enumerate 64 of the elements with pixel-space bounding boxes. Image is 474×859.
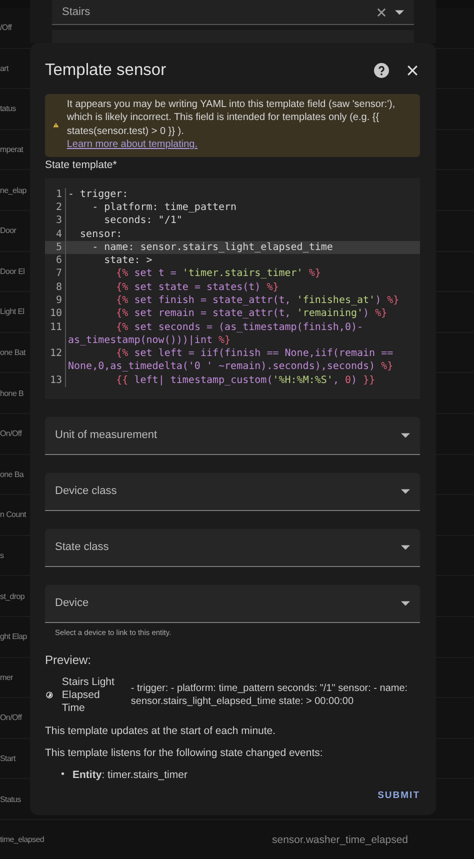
- caret-icon: [401, 432, 410, 438]
- code-line: {% set finish = state_attr(t, 'finishes_at') %}: [115, 294, 400, 308]
- table-cell: tatus: [0, 104, 16, 114]
- code-editor[interactable]: [45, 178, 420, 399]
- entity-name: Stairs Light Elapsed Time: [62, 676, 116, 715]
- code-line: state: >: [103, 254, 152, 268]
- table-cell: s: [0, 551, 4, 560]
- templating-link[interactable]: Learn more about templating.: [66, 138, 198, 152]
- code-line: as_timestamp(now()))|int %}: [67, 334, 232, 348]
- line-number: 13: [45, 374, 66, 388]
- table-cell: ght Elap: [0, 632, 27, 642]
- code-line: - trigger:: [67, 188, 128, 201]
- table-cell: Status: [0, 794, 21, 804]
- code-line: - name: sensor.stairs_light_elapsed_time: [91, 240, 333, 254]
- preview-heading: Preview:: [45, 652, 92, 667]
- table-cell: mer: [0, 672, 13, 682]
- table-cell: Light El: [0, 307, 24, 316]
- dialog-title: Template sensor: [45, 60, 168, 80]
- table-cell: Door El: [0, 266, 25, 276]
- table-cell: time_elapsed: [0, 835, 44, 844]
- caret-icon: [401, 544, 410, 550]
- table-cell: ne_elap: [0, 186, 26, 195]
- code-line: None,0,as_timedelta('0 ' ~remain).seconds),seconds) %}: [67, 360, 394, 374]
- submit-button[interactable]: SUBMIT: [378, 786, 420, 805]
- table-cell: st_drop: [0, 592, 25, 601]
- listener-item: Entity: timer.stairs_timer: [72, 768, 188, 781]
- table-cell: hone B: [0, 388, 24, 398]
- warning-text: It appears you may be writing YAML into this template field (saw 'sensor:'), which is likely incorrect. This field is intended for templates only (e.g. {{ states(sensor.test) > 0 }} ).: [66, 98, 396, 138]
- preview-note: This template updates at the start of each minute.: [45, 724, 277, 737]
- code-line: {% set remain = state_attr(t, 'remaining') %}: [115, 307, 388, 321]
- bullet: •: [61, 769, 65, 780]
- caret-icon: [395, 10, 404, 14]
- table-cell: mperat: [0, 145, 24, 154]
- code-line: {% set left = iif(finish == None,iif(remain ==: [115, 347, 394, 360]
- field-value: Stairs: [62, 6, 92, 18]
- table-cell: Door: [0, 226, 16, 236]
- area-field[interactable]: Stairs: [52, 0, 414, 25]
- table-cell: On/Off: [0, 713, 22, 722]
- table-cell: one Bat: [0, 348, 26, 358]
- select-field[interactable]: Device: [45, 584, 420, 623]
- code-line: - platform: time_pattern: [91, 200, 237, 214]
- code-line: {% set state = states(t) %}: [115, 280, 279, 294]
- table-cell: art: [0, 64, 8, 73]
- preview-note: This template listens for the following state changed events:: [45, 746, 324, 759]
- code-line: {% set seconds = (as_timestamp(finish,0)-: [115, 320, 364, 334]
- table-cell: Start: [0, 754, 16, 763]
- code-line: {% set t = 'timer.stairs_timer' %}: [115, 267, 321, 281]
- clear-icon[interactable]: [377, 8, 386, 16]
- caret-icon: [401, 600, 410, 606]
- table-cell: On/Off: [0, 429, 22, 438]
- select-field[interactable]: Unit of measurement: [45, 416, 420, 455]
- code-line: seconds: "/1": [103, 214, 182, 228]
- table-cell: /Off: [0, 23, 12, 32]
- code-line: {{ left| timestamp_custom('%H:%M:%S', 0) }}: [115, 374, 376, 388]
- close-icon[interactable]: [407, 64, 418, 76]
- table-cell: n Count: [0, 510, 26, 520]
- table-cell: one Ba: [0, 470, 24, 479]
- select-field[interactable]: State class: [45, 528, 420, 567]
- field-label: State template*: [45, 158, 118, 171]
- select-field[interactable]: Device class: [45, 472, 420, 511]
- code-line: sensor:: [79, 228, 122, 241]
- entity-state: - trigger: - platform: time_pattern seconds: "/1" sensor: - name: sensor.stairs_light_elapsed_time state: > 00:00:00: [130, 682, 409, 708]
- help-icon[interactable]: [374, 62, 389, 78]
- table-cell: sensor.washer_time_elapsed: [272, 834, 408, 846]
